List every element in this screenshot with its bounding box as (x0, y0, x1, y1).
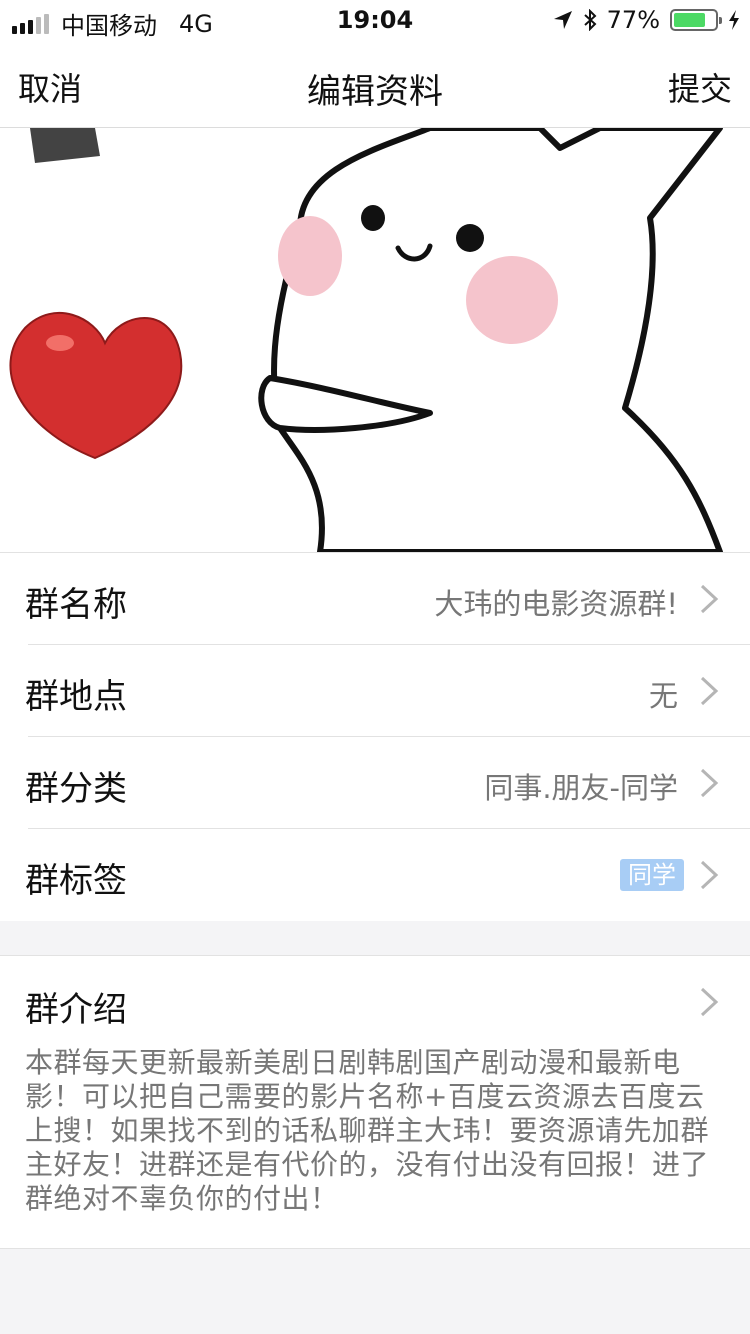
row-value: 无 (648, 679, 678, 713)
row-group-tags[interactable]: 群标签 同学 (0, 829, 750, 921)
intro-label: 群介绍 (25, 990, 127, 1030)
location-arrow-icon (553, 11, 572, 29)
chevron-right-icon (700, 584, 719, 614)
row-group-category[interactable]: 群分类 同事.朋友-同学 (0, 737, 750, 829)
chevron-right-icon (700, 768, 719, 798)
bluetooth-icon (583, 9, 597, 31)
row-label: 群标签 (25, 861, 127, 901)
tag-badge: 同学 (620, 859, 684, 891)
chevron-right-icon (700, 987, 719, 1017)
row-label: 群地点 (25, 677, 127, 717)
row-value: 大玮的电影资源群! (434, 587, 678, 621)
battery-icon (670, 9, 722, 31)
row-label: 群名称 (25, 585, 127, 625)
charging-icon (729, 10, 739, 30)
chevron-right-icon (700, 860, 719, 890)
info-section: 群名称 大玮的电影资源群! 群地点 无 群分类 同事.朋友-同学 群标签 同学 (0, 552, 750, 921)
row-value: 同事.朋友-同学 (484, 771, 678, 805)
battery-level (674, 13, 705, 27)
group-cover-image[interactable] (0, 128, 750, 552)
row-group-name[interactable]: 群名称 大玮的电影资源群! (0, 553, 750, 645)
row-group-location[interactable]: 群地点 无 (0, 645, 750, 737)
status-bar: 中国移动 4G 19:04 77% (0, 0, 750, 40)
battery-percent: 77% (606, 6, 660, 34)
chevron-right-icon (700, 676, 719, 706)
row-group-intro[interactable]: 群介绍 (0, 956, 750, 1046)
intro-section: 群介绍 本群每天更新最新美剧日剧韩剧国产剧动漫和最新电影！可以把自己需要的影片名… (0, 955, 750, 1249)
cartoon-bunny-illustration (9, 128, 723, 552)
row-label: 群分类 (25, 769, 127, 809)
page-title: 编辑资料 (307, 72, 443, 112)
heart-icon (9, 311, 183, 460)
nav-bar: 取消 编辑资料 提交 (0, 40, 750, 128)
intro-text: 本群每天更新最新美剧日剧韩剧国产剧动漫和最新电影！可以把自己需要的影片名称+百度… (25, 1046, 710, 1215)
submit-button[interactable]: 提交 (668, 64, 732, 110)
